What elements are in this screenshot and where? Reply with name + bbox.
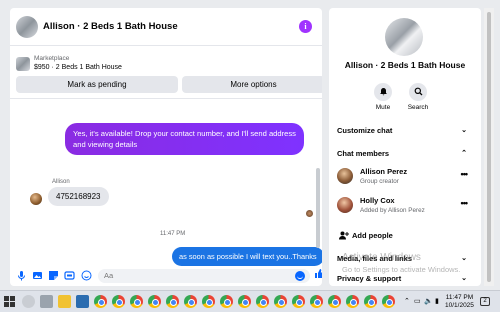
sender-name: Allison xyxy=(52,179,70,185)
chat-pane: Allison · 2 Beds 1 Bath House i Marketpl… xyxy=(10,8,322,286)
chrome-icon[interactable] xyxy=(148,295,161,308)
activate-windows-watermark: Activate Windows xyxy=(342,252,421,263)
chrome-icon[interactable] xyxy=(94,295,107,308)
member-role: Group creator xyxy=(360,178,399,185)
search-button[interactable] xyxy=(409,83,427,101)
composer xyxy=(10,266,322,286)
info-title: Allison · 2 Beds 1 Bath House xyxy=(344,60,466,70)
network-icon[interactable]: ▭ xyxy=(414,297,421,305)
windows-start-icon[interactable] xyxy=(4,296,15,307)
more-options-button[interactable]: More options xyxy=(182,76,322,93)
message-input[interactable] xyxy=(98,269,310,283)
marketplace-label: Marketplace xyxy=(34,55,70,62)
privacy-support-row[interactable]: Privacy & support xyxy=(337,274,401,283)
emoji-icon[interactable] xyxy=(295,271,305,281)
chrome-icon[interactable] xyxy=(166,295,179,308)
more-icon[interactable]: ••• xyxy=(461,169,469,179)
chevron-down-icon[interactable]: ⌄ xyxy=(461,126,467,134)
message-incoming: 4752168923 xyxy=(48,187,109,206)
conversation-info-pane: Allison · 2 Beds 1 Bath House Mute Searc… xyxy=(329,8,481,286)
gallery-icon[interactable] xyxy=(32,270,43,281)
message-outgoing: Yes, it's available! Drop your contact n… xyxy=(65,123,304,155)
mark-as-pending-button[interactable]: Mark as pending xyxy=(16,76,178,93)
clock-time: 11:47 PM xyxy=(445,294,474,301)
chrome-icon[interactable] xyxy=(310,295,323,308)
chrome-icon[interactable] xyxy=(220,295,233,308)
chevron-down-icon[interactable]: ⌄ xyxy=(461,274,467,282)
emoji-small-icon[interactable] xyxy=(81,270,92,281)
battery-icon[interactable]: ▮ xyxy=(435,297,439,305)
member-name[interactable]: Allison Perez xyxy=(360,167,407,176)
seen-avatar xyxy=(306,210,313,217)
listing-thumbnail[interactable] xyxy=(16,16,38,38)
chevron-down-icon[interactable]: ⌄ xyxy=(461,254,467,262)
message-timestamp: 11:47 PM xyxy=(160,231,186,237)
add-person-icon[interactable] xyxy=(339,231,349,242)
chrome-icon[interactable] xyxy=(274,295,287,308)
chrome-icon[interactable] xyxy=(184,295,197,308)
avatar[interactable] xyxy=(337,168,353,184)
notification-badge[interactable]: 2 xyxy=(480,297,490,306)
chrome-icon[interactable] xyxy=(346,295,359,308)
mute-button[interactable] xyxy=(374,83,392,101)
activate-windows-subtext: Go to Settings to activate Windows. xyxy=(342,265,461,274)
listing-mini-thumbnail[interactable] xyxy=(16,57,30,71)
chrome-icon[interactable] xyxy=(292,295,305,308)
chrome-icon[interactable] xyxy=(382,295,395,308)
file-explorer-icon[interactable] xyxy=(58,295,71,308)
task-view-icon[interactable] xyxy=(22,295,35,308)
mute-label: Mute xyxy=(375,104,391,111)
taskbar-clock[interactable]: 11:47 PM 10/1/2025 xyxy=(445,294,474,310)
chevron-up-icon[interactable]: ⌃ xyxy=(404,297,410,305)
chrome-icon[interactable] xyxy=(364,295,377,308)
app-icon[interactable] xyxy=(76,295,89,308)
chat-title[interactable]: Allison · 2 Beds 1 Bath House xyxy=(43,21,178,32)
customize-chat-row[interactable]: Customize chat xyxy=(337,126,392,135)
chat-members-row[interactable]: Chat members xyxy=(337,149,389,158)
chrome-icon[interactable] xyxy=(238,295,251,308)
chat-scrollbar[interactable] xyxy=(316,168,320,248)
taskbar: ⌃ ▭ 🔈 ▮ 11:47 PM 10/1/2025 2 xyxy=(0,290,500,312)
avatar[interactable] xyxy=(337,197,353,213)
avatar[interactable] xyxy=(30,193,42,205)
info-icon[interactable]: i xyxy=(299,20,312,33)
member-role: Added by Allison Perez xyxy=(360,207,425,214)
chat-header: Allison · 2 Beds 1 Bath House i xyxy=(10,8,322,46)
listing-summary[interactable]: $950 · 2 Beds 1 Bath House xyxy=(34,64,122,71)
chevron-up-icon[interactable]: ⌃ xyxy=(461,149,467,157)
chrome-icon[interactable] xyxy=(256,295,269,308)
message-list: Yes, it's available! Drop your contact n… xyxy=(10,98,322,266)
sticker-icon[interactable] xyxy=(48,270,59,281)
speaker-icon[interactable]: 🔈 xyxy=(424,297,433,305)
search-label: Search xyxy=(407,104,429,111)
page-scrollbar[interactable] xyxy=(484,8,494,286)
chrome-icon[interactable] xyxy=(202,295,215,308)
app-icon[interactable] xyxy=(40,295,53,308)
listing-large-thumbnail xyxy=(385,18,423,56)
chrome-icon[interactable] xyxy=(130,295,143,308)
more-icon[interactable]: ••• xyxy=(461,198,469,208)
microphone-icon[interactable] xyxy=(16,270,27,281)
chrome-icon[interactable] xyxy=(328,295,341,308)
thumbs-up-icon[interactable] xyxy=(314,268,322,282)
add-people-button[interactable]: Add people xyxy=(352,231,393,240)
chrome-icon[interactable] xyxy=(112,295,125,308)
message-outgoing: as soon as possible I will text you..Tha… xyxy=(172,247,322,266)
member-name[interactable]: Holly Cox xyxy=(360,196,395,205)
clock-date: 10/1/2025 xyxy=(445,302,474,309)
gif-icon[interactable] xyxy=(64,270,75,281)
